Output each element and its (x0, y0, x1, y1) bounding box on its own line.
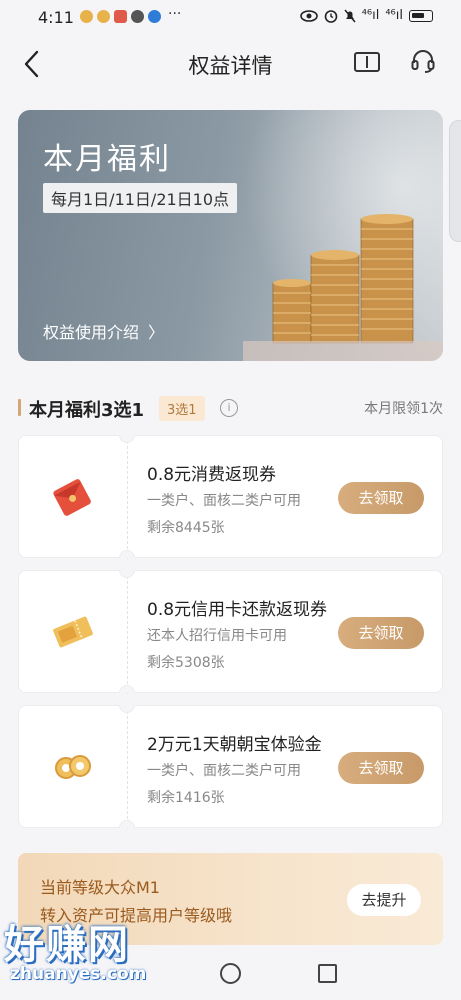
eye-icon (299, 9, 318, 22)
signal-2-icon: ⁴⁶ıl (385, 8, 403, 23)
coupon-card: 0.8元信用卡还款返现券 还本人招行信用卡可用 剩余5308张 去领取 (18, 570, 443, 694)
weibo-icon (97, 10, 110, 23)
notification-icons (80, 10, 161, 23)
monthly-benefit-banner[interactable]: 本月福利 每月1日/11日/21日10点 权益使用介绍 〉 (18, 110, 443, 361)
section-limit: 本月限领1次 (364, 401, 443, 417)
section-accent-bar (18, 399, 21, 416)
upgrade-button[interactable]: 去提升 (347, 884, 421, 916)
signal-1-icon: ⁴⁶ıl (361, 8, 380, 23)
coupon-title: 2万元1天朝朝宝体验金 (147, 735, 322, 755)
coupon-remaining: 剩余1416张 (147, 790, 225, 806)
coupon-subtitle: 还本人招行信用卡可用 (147, 628, 287, 644)
app-icon (114, 10, 127, 23)
card-notch (119, 435, 135, 443)
card-notch (119, 705, 135, 713)
coupon-title: 0.8元消费返现券 (147, 465, 277, 485)
coupon-remaining: 剩余5308张 (147, 655, 225, 671)
home-button[interactable] (220, 963, 241, 984)
status-bar: 4:11 ··· ⁴⁶ıl ⁴⁶ıl (0, 0, 461, 36)
status-time: 4:11 (38, 8, 74, 27)
coupon-remaining: 剩余8445张 (147, 520, 225, 536)
headset-icon[interactable] (410, 48, 436, 74)
banner-title: 本月福利 (43, 142, 171, 177)
mute-icon (344, 9, 356, 22)
weibo-icon (80, 10, 93, 23)
status-right: ⁴⁶ıl ⁴⁶ıl (299, 8, 433, 23)
gold-coins-icon (55, 755, 91, 779)
recent-apps-button[interactable] (318, 964, 337, 983)
coupon-card: 0.8元消费返现券 一类户、面核二类户可用 剩余8445张 去领取 (18, 435, 443, 559)
system-nav-bar (0, 950, 461, 1000)
benefit-intro-label: 权益使用介绍 (43, 323, 140, 342)
coupon-card: 2万元1天朝朝宝体验金 一类户、面核二类户可用 剩余1416张 去领取 (18, 705, 443, 829)
card-divider (127, 436, 128, 559)
gold-ticket-icon (53, 616, 93, 648)
coupon-title: 0.8元信用卡还款返现券 (147, 600, 328, 620)
wechat-icon (131, 10, 144, 23)
section-tag: 3选1 (159, 396, 205, 421)
more-notifications: ··· (168, 6, 182, 22)
card-notch (119, 685, 135, 693)
ticket-icon[interactable] (354, 52, 380, 72)
card-divider (127, 571, 128, 694)
current-level-text: 当前等级大众M1 (40, 878, 160, 897)
benefit-intro-link[interactable]: 权益使用介绍 〉 (43, 319, 164, 343)
nav-bar: 权益详情 (0, 36, 461, 90)
battery-icon (409, 9, 433, 22)
info-icon[interactable]: i (220, 399, 238, 417)
card-divider (127, 706, 128, 829)
page-title: 权益详情 (188, 54, 273, 78)
section-title: 本月福利3选1 (29, 400, 145, 421)
alarm-icon (324, 9, 337, 23)
red-envelope-icon (53, 479, 91, 516)
side-pull-tab[interactable] (449, 120, 461, 242)
card-notch (119, 550, 135, 558)
chevron-right-icon: 〉 (148, 323, 165, 342)
claim-button[interactable]: 去领取 (338, 617, 424, 649)
coin-stacks-image (243, 214, 443, 361)
card-notch (119, 820, 135, 828)
app-c-icon (148, 10, 161, 23)
claim-button[interactable]: 去领取 (338, 752, 424, 784)
claim-button[interactable]: 去领取 (338, 482, 424, 514)
coupon-subtitle: 一类户、面核二类户可用 (147, 493, 301, 509)
section-header: 本月福利3选1 3选1 i 本月限领1次 (18, 395, 443, 421)
banner-dates: 每月1日/11日/21日10点 (43, 183, 238, 213)
coupon-subtitle: 一类户、面核二类户可用 (147, 763, 301, 779)
card-notch (119, 570, 135, 578)
